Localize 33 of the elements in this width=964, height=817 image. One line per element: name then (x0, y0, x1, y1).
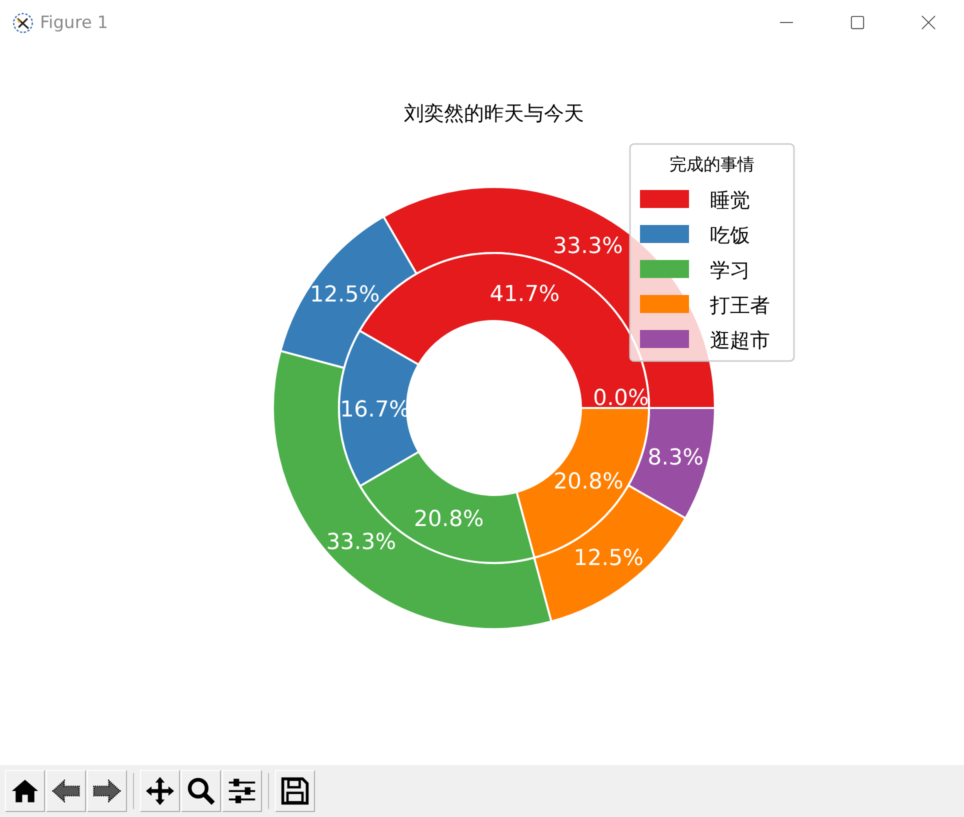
legend-label: 吃饭 (710, 223, 750, 247)
search-icon (186, 776, 216, 806)
legend-label: 学习 (710, 258, 750, 282)
percent-label: 8.3% (648, 446, 704, 471)
percent-label: 33.3% (326, 530, 396, 556)
save-button[interactable] (275, 770, 315, 812)
back-button[interactable] (46, 770, 86, 812)
right-arrow-icon (92, 776, 122, 806)
left-arrow-icon (51, 776, 81, 806)
percent-label: 0.0% (593, 386, 649, 411)
legend-title: 完成的事情 (670, 155, 754, 175)
percent-label: 20.8% (414, 507, 484, 532)
window-title: Figure 1 (40, 12, 108, 32)
percent-label: 41.7% (490, 282, 560, 308)
pan-button[interactable] (140, 770, 180, 812)
percent-label: 20.8% (554, 469, 624, 494)
chart-title: 刘奕然的昨天与今天 (404, 101, 584, 125)
percent-label: 16.7% (340, 397, 410, 422)
legend-label: 逛超市 (710, 328, 770, 352)
close-icon[interactable] (921, 15, 936, 30)
percent-label: 33.3% (553, 234, 623, 260)
forward-button[interactable] (87, 770, 127, 812)
app-icon (12, 12, 34, 34)
percent-label: 12.5% (310, 282, 380, 308)
move-icon (145, 776, 175, 806)
legend-label: 打王者 (710, 293, 770, 317)
sliders-icon (227, 776, 257, 806)
search-button[interactable] (181, 770, 221, 812)
legend-label: 睡觉 (710, 188, 750, 212)
sliders-button[interactable] (222, 770, 262, 812)
percent-label: 12.5% (574, 546, 644, 572)
home-button[interactable] (5, 770, 45, 812)
maximize-icon[interactable] (850, 15, 865, 30)
